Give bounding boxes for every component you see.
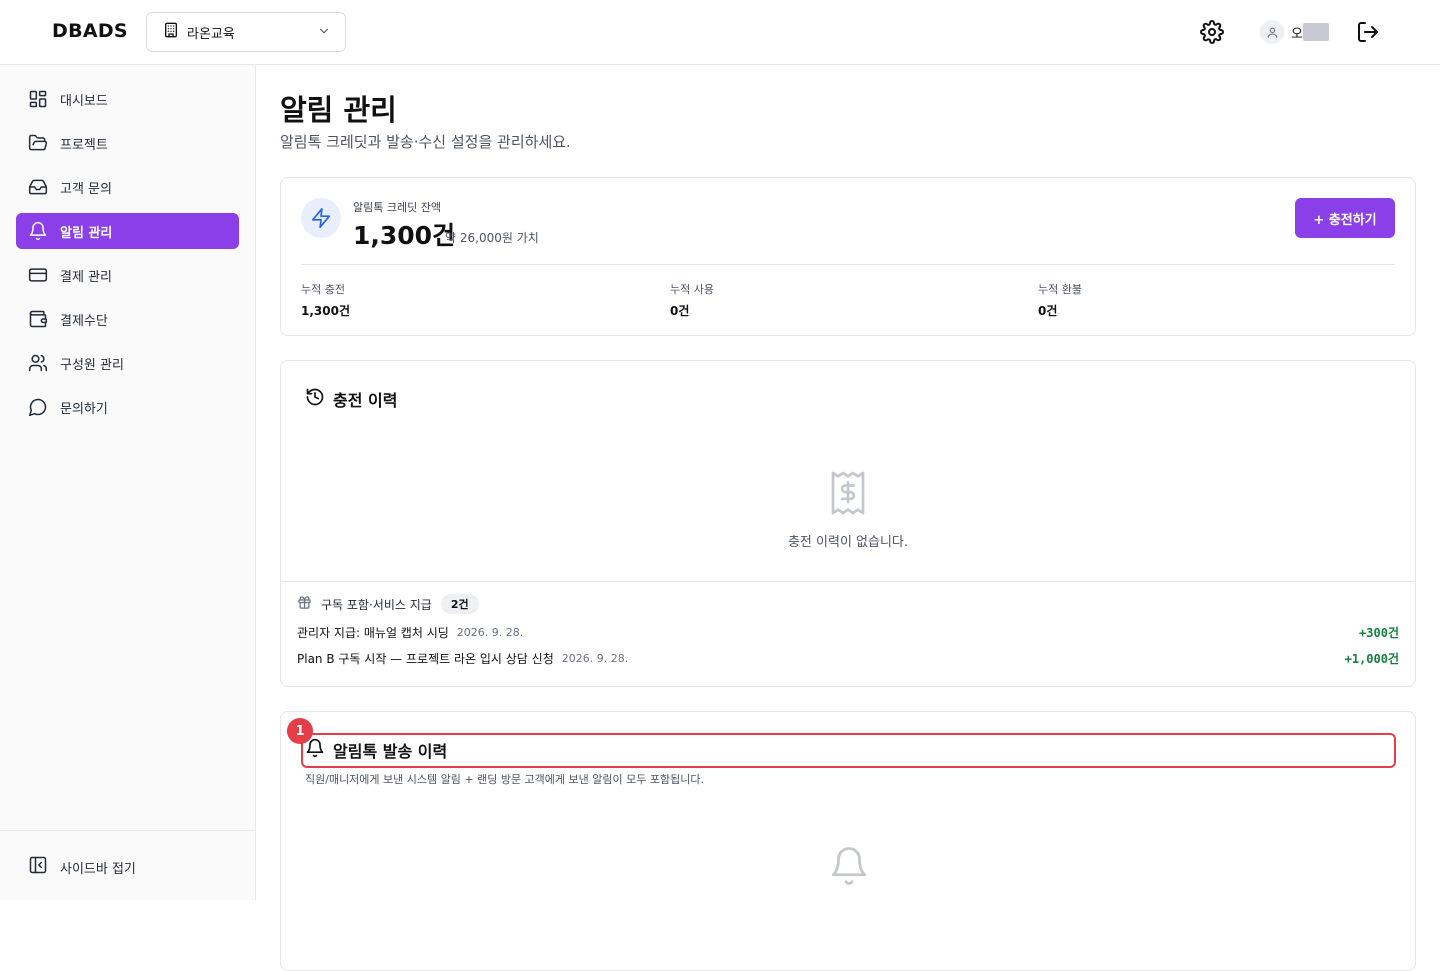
grants-title: 구독 포함·서비스 지급 <box>321 597 432 612</box>
divider <box>281 581 1415 582</box>
logout-icon[interactable] <box>1356 20 1380 44</box>
avatar <box>1260 20 1284 44</box>
sidebar-collapse-label: 사이드바 접기 <box>60 861 136 877</box>
history-icon <box>305 387 325 411</box>
charge-button[interactable]: + 충전하기 <box>1295 198 1395 238</box>
stat-value: 1,300건 <box>301 304 350 318</box>
page-subtitle: 알림톡 크레딧과 발송·수신 설정을 관리하세요. <box>280 133 571 151</box>
grants-count-badge: 2건 <box>440 594 479 614</box>
stat-total-used: 누적 사용 0건 <box>670 281 714 319</box>
sidebar-item-dashboard[interactable]: 대시보드 <box>16 81 239 117</box>
divider <box>301 264 1395 265</box>
chevron-down-icon <box>317 23 331 42</box>
grants-header: 구독 포함·서비스 지급 2건 <box>297 594 479 614</box>
top-bar: DBADS 라온교육 오 <box>0 0 1440 65</box>
sidebar-collapse-button[interactable]: 사이드바 접기 <box>28 855 136 879</box>
user-menu[interactable]: 오 <box>1260 20 1329 44</box>
stat-total-charged: 누적 충전 1,300건 <box>301 281 350 319</box>
panel-left-close-icon <box>28 855 48 879</box>
zap-icon <box>301 198 341 238</box>
stat-label: 누적 충전 <box>301 283 345 296</box>
sidebar-item-label: 문의하기 <box>60 401 108 417</box>
charge-history-title: 충전 이력 <box>333 391 398 410</box>
credit-balance-card: 알림톡 크레딧 잔액 1,300건 약 26,000원 가치 + 충전하기 누적… <box>280 177 1416 336</box>
user-name: 오 <box>1291 26 1303 42</box>
users-icon <box>28 353 48 373</box>
sidebar-footer: 사이드바 접기 <box>0 830 255 900</box>
stat-value: 0건 <box>670 304 690 318</box>
stat-total-refunded: 누적 환불 0건 <box>1038 281 1082 319</box>
sidebar-item-customer-inquiries[interactable]: 고객 문의 <box>16 169 239 205</box>
send-history-header: 알림톡 발송 이력 <box>305 738 447 762</box>
step-marker: 1 <box>287 718 313 744</box>
building-icon <box>163 22 179 42</box>
bell-icon <box>305 738 325 762</box>
charge-history-card: 충전 이력 충전 이력이 없습니다. 구독 포함·서비스 지급 2건 관리자 지… <box>280 360 1416 687</box>
receipt-icon <box>828 469 868 521</box>
grant-description: 관리자 지급: 매뉴얼 캡처 시딩 <box>297 626 449 640</box>
settings-gear-icon[interactable] <box>1200 20 1224 44</box>
bell-icon <box>28 221 48 241</box>
page-title: 알림 관리 <box>280 93 397 127</box>
wallet-icon <box>28 309 48 329</box>
credit-value-note: 약 26,000원 가치 <box>445 231 539 245</box>
charge-history-header: 충전 이력 <box>305 387 397 411</box>
sidebar-item-projects[interactable]: 프로젝트 <box>16 125 239 161</box>
sidebar-item-members[interactable]: 구성원 관리 <box>16 345 239 381</box>
send-history-subtitle: 직원/매니저에게 보낸 시스템 알림 + 랜딩 방문 고객에게 보낸 알림이 모… <box>305 773 704 786</box>
stat-label: 누적 사용 <box>670 283 714 296</box>
charge-history-empty-text: 충전 이력이 없습니다. <box>787 535 909 550</box>
organization-select-value: 라온교육 <box>187 26 235 42</box>
credit-card-icon <box>28 265 48 285</box>
message-circle-icon <box>28 397 48 417</box>
folder-icon <box>28 133 48 153</box>
sidebar-item-label: 고객 문의 <box>60 181 112 197</box>
sidebar-item-label: 구성원 관리 <box>60 357 124 373</box>
grant-date: 2026. 9. 28. <box>561 652 629 665</box>
grant-date: 2026. 9. 28. <box>456 626 524 639</box>
dashboard-icon <box>28 89 48 109</box>
list-item: Plan B 구독 시작 — 프로젝트 라온 입시 상담 신청 2026. 9.… <box>297 650 1399 667</box>
sidebar: 대시보드 프로젝트 고객 문의 알림 관리 결제 관리 결제수단 구성원 관리 … <box>0 65 256 900</box>
sidebar-item-notifications[interactable]: 알림 관리 <box>16 213 239 249</box>
gift-icon <box>297 595 312 614</box>
grant-description: Plan B 구독 시작 — 프로젝트 라온 입시 상담 신청 <box>297 652 554 666</box>
app-logo[interactable]: DBADS <box>52 20 128 42</box>
send-history-title: 알림톡 발송 이력 <box>333 742 448 761</box>
credit-balance-amount: 1,300건 <box>353 221 456 250</box>
send-history-card: 알림톡 발송 이력 1 직원/매니저에게 보낸 시스템 알림 + 랜딩 방문 고… <box>280 711 1416 971</box>
sidebar-nav: 대시보드 프로젝트 고객 문의 알림 관리 결제 관리 결제수단 구성원 관리 … <box>16 81 239 433</box>
sidebar-item-contact[interactable]: 문의하기 <box>16 389 239 425</box>
credit-balance-label: 알림톡 크레딧 잔액 <box>353 201 441 214</box>
sidebar-item-label: 프로젝트 <box>60 137 108 153</box>
sidebar-item-billing[interactable]: 결제 관리 <box>16 257 239 293</box>
grant-amount: +300건 <box>1359 626 1399 640</box>
sidebar-item-label: 결제 관리 <box>60 269 112 285</box>
stat-value: 0건 <box>1038 304 1058 318</box>
bell-empty-icon <box>828 843 870 893</box>
sidebar-item-payment-methods[interactable]: 결제수단 <box>16 301 239 337</box>
organization-select[interactable]: 라온교육 <box>146 12 346 52</box>
redacted-user-name <box>1302 23 1329 41</box>
highlight-box <box>301 733 1396 768</box>
list-item: 관리자 지급: 매뉴얼 캡처 시딩 2026. 9. 28. +300건 <box>297 624 1399 641</box>
sidebar-item-label: 대시보드 <box>60 93 108 109</box>
sidebar-item-label: 알림 관리 <box>60 225 113 241</box>
inbox-icon <box>28 177 48 197</box>
stat-label: 누적 환불 <box>1038 283 1082 296</box>
sidebar-item-label: 결제수단 <box>60 313 108 329</box>
grant-amount: +1,000건 <box>1344 652 1399 666</box>
